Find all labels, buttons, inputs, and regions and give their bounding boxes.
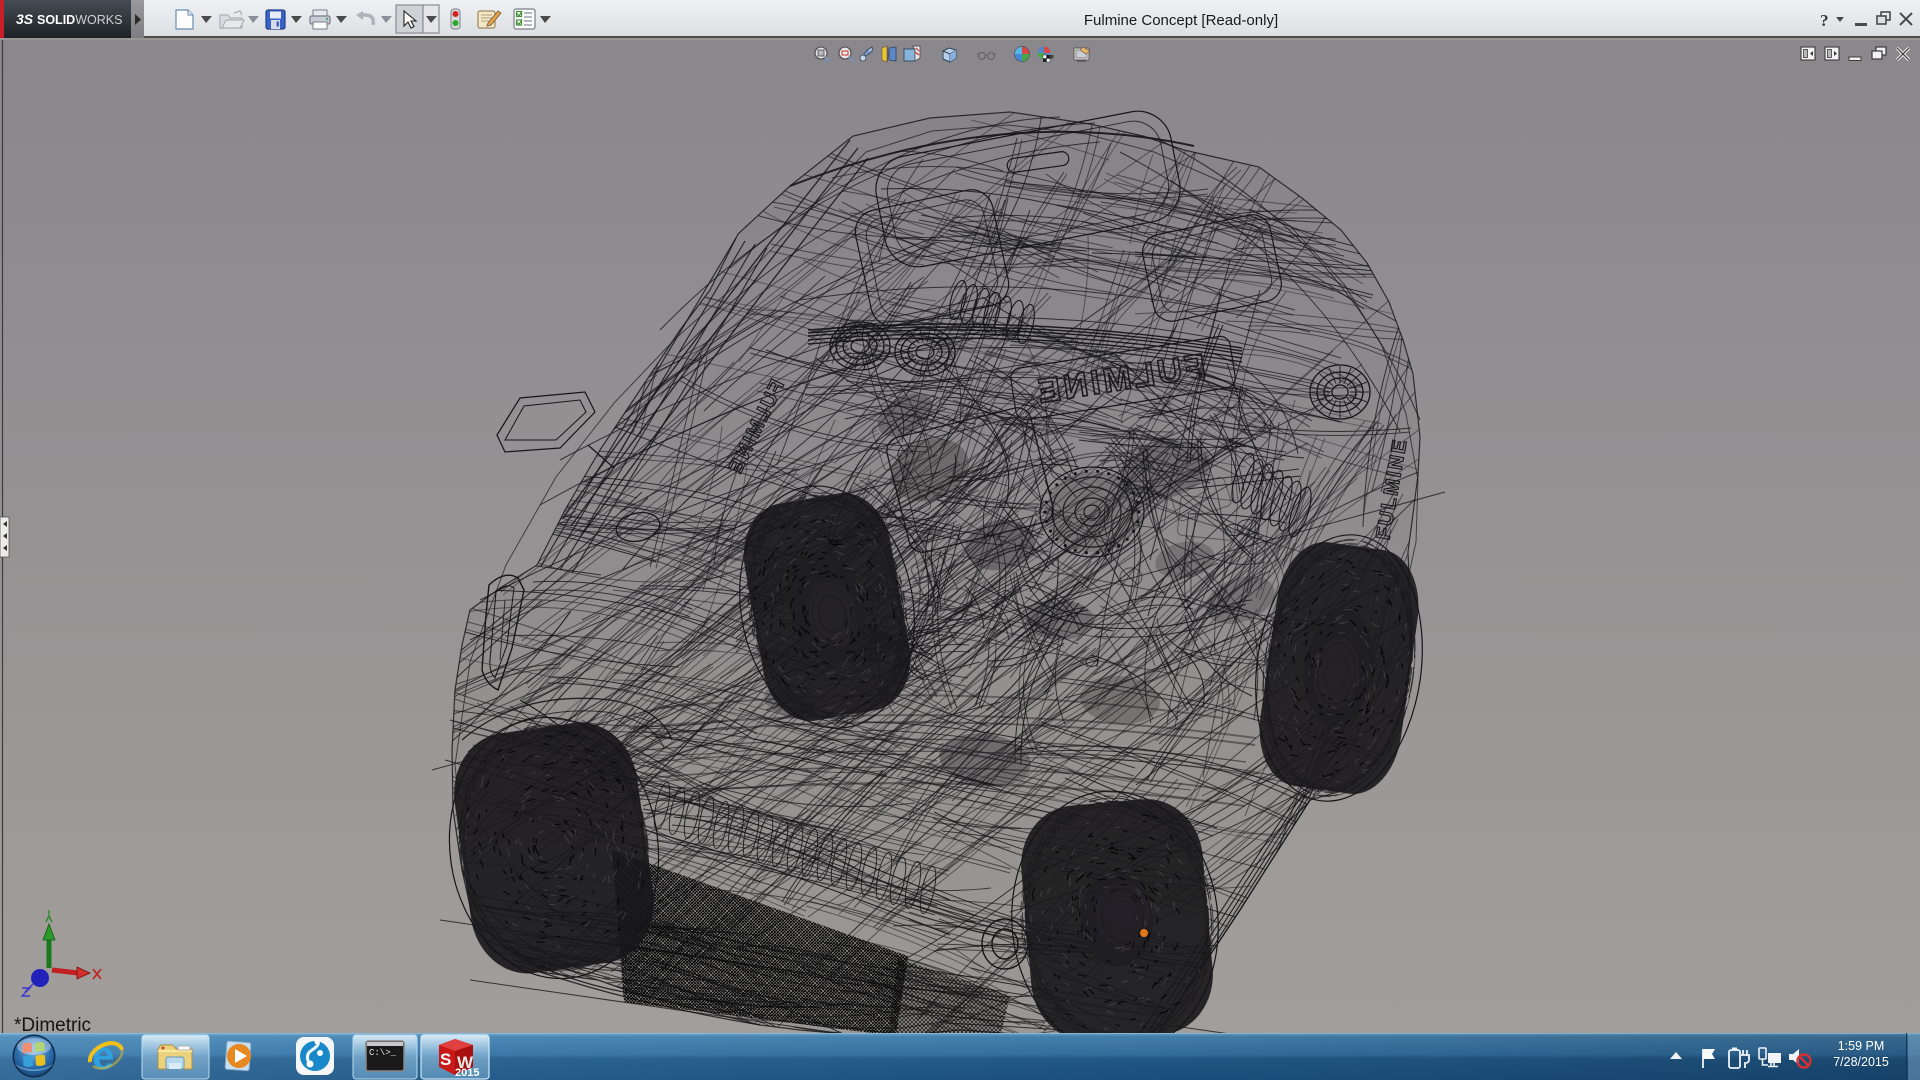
svg-text:e: e: [92, 1034, 114, 1078]
svg-text:2015: 2015: [455, 1067, 479, 1079]
svg-text:SOLIDWORKS: SOLIDWORKS: [37, 13, 122, 27]
svg-text:7/28/2015: 7/28/2015: [1833, 1055, 1889, 1069]
svg-text:3S: 3S: [16, 11, 34, 27]
svg-text:Fulmine Concept [Read-only]: Fulmine Concept [Read-only]: [1084, 12, 1278, 29]
svg-text:S: S: [440, 1050, 451, 1069]
svg-text:C:\>_: C:\>_: [369, 1048, 397, 1058]
svg-text:?: ?: [1820, 11, 1829, 30]
svg-text:1:59 PM: 1:59 PM: [1838, 1039, 1885, 1053]
